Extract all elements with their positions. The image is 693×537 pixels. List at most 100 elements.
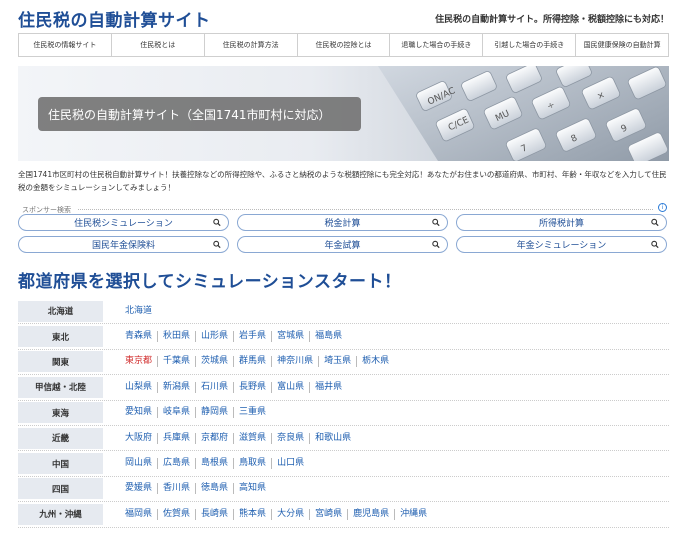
site-title[interactable]: 住民税の自動計算サイト [18, 6, 211, 31]
prefecture-link[interactable]: 山梨県 [125, 381, 159, 393]
prefecture-link[interactable]: 静岡県 [196, 407, 235, 419]
prefecture-link[interactable]: 宮崎県 [310, 508, 349, 520]
prefecture-link[interactable]: 鹿児島県 [348, 508, 396, 520]
prefecture-list: 岡山県 広島県 島根県 鳥取県 山口県 [125, 458, 309, 470]
prefecture-link[interactable]: 福井県 [310, 382, 347, 393]
prefecture-link[interactable]: 青森県 [125, 331, 159, 343]
prefecture-link[interactable]: 三重県 [234, 407, 271, 418]
prefecture-link[interactable]: 滋賀県 [234, 432, 273, 444]
search-icon [432, 240, 440, 249]
prefecture-list: 福岡県 佐賀県 長崎県 熊本県 大分県 宮崎県 鹿児島県 沖縄県 [125, 508, 432, 520]
prefecture-link[interactable]: 福島県 [310, 331, 347, 342]
prefecture-link[interactable]: 沖縄県 [395, 509, 432, 520]
nav-item-info-site[interactable]: 住民税の情報サイト [19, 34, 112, 56]
info-icon[interactable]: i [658, 203, 667, 212]
prefecture-link[interactable]: 香川県 [158, 483, 197, 495]
prefecture-link[interactable]: 山口県 [272, 458, 309, 469]
prefecture-link[interactable]: 秋田県 [158, 331, 197, 343]
prefecture-link[interactable]: 北海道 [125, 306, 157, 317]
prefecture-link[interactable]: 京都府 [196, 432, 235, 444]
prefecture-selector: 北海道 北海道 東北 青森県 秋田県 山形県 岩手県 宮城県 福島県 関東 東京都 千葉県 茨城県 群馬県… [18, 299, 669, 528]
prefecture-link[interactable]: 栃木県 [357, 356, 394, 367]
prefecture-link[interactable]: 新潟県 [158, 381, 197, 393]
search-icon [213, 240, 221, 249]
sponsor-link-pension-premium[interactable]: 国民年金保険料 [18, 236, 229, 253]
hero-banner: ON/AC MU C/CE ÷ × 8 9 7 住民税の自動計算サイト（全国17… [18, 66, 669, 161]
sponsor-link-label: 年金シミュレーション [516, 241, 607, 251]
prefecture-link[interactable]: 愛知県 [125, 407, 159, 419]
prefecture-link[interactable]: 埼玉県 [319, 356, 358, 368]
region-row: 四国 愛媛県 香川県 徳島県 高知県 [18, 477, 669, 503]
nav-item-deductions[interactable]: 住民税の控除とは [298, 34, 391, 56]
prefecture-link[interactable]: 神奈川県 [272, 356, 320, 368]
prefecture-link[interactable]: 長野県 [234, 381, 273, 393]
prefecture-link[interactable]: 高知県 [234, 483, 271, 494]
prefecture-link[interactable]: 群馬県 [234, 356, 273, 368]
prefecture-list: 大阪府 兵庫県 京都府 滋賀県 奈良県 和歌山県 [125, 432, 356, 444]
intro-text: 全国1741市区町村の住民税自動計算サイト！扶養控除などの所得控除や、ふるさと納… [18, 170, 667, 192]
sponsor-link-label: 住民税シミュレーション [74, 219, 173, 229]
prefecture-link[interactable]: 東京都 [125, 356, 159, 368]
nav-item-health-insurance[interactable]: 国民健康保険の自動計算 [576, 34, 668, 56]
prefecture-link[interactable]: 鳥取県 [234, 458, 273, 470]
sponsor-link-label: 年金試算 [324, 241, 361, 251]
region-row: 中国 岡山県 広島県 島根県 鳥取県 山口県 [18, 451, 669, 477]
prefecture-link[interactable]: 福岡県 [125, 508, 159, 520]
site-header: 住民税の自動計算サイト 住民税の自動計算サイト。所得控除・税額控除にも対応！ [18, 6, 675, 31]
region-row: 九州・沖縄 福岡県 佐賀県 長崎県 熊本県 大分県 宮崎県 鹿児島県 沖縄県 [18, 502, 669, 528]
search-icon [651, 240, 659, 249]
main-nav: 住民税の情報サイト 住民税とは 住民税の計算方法 住民税の控除とは 退職した場合… [18, 33, 669, 57]
prefecture-link[interactable]: 長崎県 [196, 508, 235, 520]
region-row: 北海道 北海道 [18, 299, 669, 325]
sponsor-link-pension-estimate[interactable]: 年金試算 [237, 236, 448, 253]
prefecture-list: 山梨県 新潟県 石川県 長野県 富山県 福井県 [125, 381, 347, 393]
region-row: 東北 青森県 秋田県 山形県 岩手県 宮城県 福島県 [18, 324, 669, 350]
prefecture-link[interactable]: 広島県 [158, 458, 197, 470]
prefecture-link[interactable]: 和歌山県 [310, 433, 356, 444]
prefecture-link[interactable]: 兵庫県 [158, 432, 197, 444]
region-row: 東海 愛知県 岐阜県 静岡県 三重県 [18, 401, 669, 426]
prefecture-link[interactable]: 石川県 [196, 381, 235, 393]
nav-item-calc-method[interactable]: 住民税の計算方法 [205, 34, 298, 56]
search-icon [651, 218, 659, 227]
sponsor-link-label: 税金計算 [324, 219, 361, 229]
region-label: 甲信越・北陸 [18, 376, 103, 398]
prefecture-list: 愛知県 岐阜県 静岡県 三重県 [125, 407, 271, 419]
prefecture-link[interactable]: 岡山県 [125, 458, 159, 470]
sponsor-divider [78, 209, 653, 210]
prefecture-link[interactable]: 徳島県 [196, 483, 235, 495]
region-row: 関東 東京都 千葉県 茨城県 群馬県 神奈川県 埼玉県 栃木県 [18, 350, 669, 376]
prefecture-link[interactable]: 茨城県 [196, 356, 235, 368]
region-label: 九州・沖縄 [18, 503, 103, 525]
prefecture-list: 北海道 [125, 306, 157, 317]
prefecture-list: 青森県 秋田県 山形県 岩手県 宮城県 福島県 [125, 331, 347, 343]
prefecture-link[interactable]: 愛媛県 [125, 483, 159, 495]
region-label: 東海 [18, 402, 103, 424]
prefecture-link[interactable]: 山形県 [196, 331, 235, 343]
nav-item-moving[interactable]: 引越した場合の手続き [483, 34, 577, 56]
sponsor-link-label: 所得税計算 [538, 219, 584, 229]
prefecture-link[interactable]: 佐賀県 [158, 508, 197, 520]
region-label: 北海道 [18, 300, 103, 322]
prefecture-list: 愛媛県 香川県 徳島県 高知県 [125, 483, 271, 495]
prefecture-link[interactable]: 大分県 [272, 508, 311, 520]
sponsor-link-income-tax-calc[interactable]: 所得税計算 [456, 214, 667, 231]
prefecture-link[interactable]: 岐阜県 [158, 407, 197, 419]
prefecture-link[interactable]: 熊本県 [234, 508, 273, 520]
region-label: 中国 [18, 453, 103, 475]
region-label: 近畿 [18, 427, 103, 449]
nav-item-what-is[interactable]: 住民税とは [112, 34, 205, 56]
prefecture-link[interactable]: 奈良県 [272, 432, 311, 444]
prefecture-link[interactable]: 千葉県 [158, 356, 197, 368]
region-label: 関東 [18, 351, 103, 373]
prefecture-link[interactable]: 岩手県 [234, 331, 273, 343]
sponsor-link-pension-sim[interactable]: 年金シミュレーション [456, 236, 667, 253]
sponsor-link-tax-calc[interactable]: 税金計算 [237, 214, 448, 231]
region-row: 甲信越・北陸 山梨県 新潟県 石川県 長野県 富山県 福井県 [18, 375, 669, 401]
prefecture-link[interactable]: 宮城県 [272, 331, 311, 343]
prefecture-link[interactable]: 富山県 [272, 381, 311, 393]
prefecture-link[interactable]: 島根県 [196, 458, 235, 470]
nav-item-retirement[interactable]: 退職した場合の手続き [390, 34, 484, 56]
prefecture-link[interactable]: 大阪府 [125, 432, 159, 444]
sponsor-link-resident-tax-sim[interactable]: 住民税シミュレーション [18, 214, 229, 231]
